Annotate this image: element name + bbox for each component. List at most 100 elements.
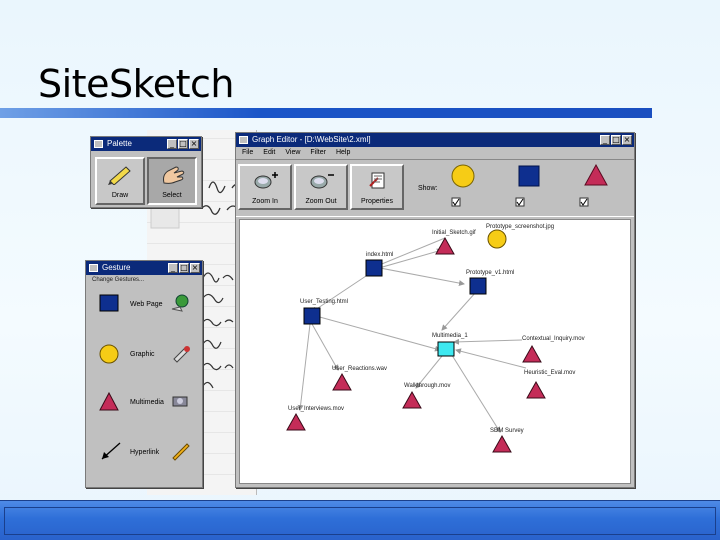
select-button[interactable]: Select: [147, 157, 197, 205]
properties-button[interactable]: Properties: [350, 164, 404, 210]
selected-multimedia-node: [437, 341, 455, 357]
maximize-icon[interactable]: □: [178, 139, 188, 149]
zoom-out-icon: [310, 174, 334, 189]
minimize-icon[interactable]: _: [168, 263, 178, 273]
change-gestures-menu[interactable]: Change Gestures...: [86, 275, 202, 285]
multimedia-node: [286, 412, 306, 431]
graph-node-n8[interactable]: User_Reactions.wav: [332, 366, 387, 391]
web-page-node: [365, 259, 383, 277]
toolbar: Zoom In Zoom Out Properties Show:: [236, 159, 634, 217]
multimedia-node: [402, 390, 422, 409]
hand-icon: [163, 166, 185, 184]
multimedia-node: [332, 372, 352, 391]
maximize-icon[interactable]: □: [611, 135, 621, 145]
footer-frame: [4, 507, 716, 535]
multimedia-filter-icon: [584, 164, 608, 186]
gesture-label: Multimedia: [130, 399, 164, 406]
graph-edge: [379, 267, 465, 287]
graph-edge: [453, 338, 523, 345]
multimedia-node: [522, 344, 542, 363]
graphic-gesture-icon: [173, 346, 190, 363]
palette-titlebar[interactable]: Palette _ □ ×: [91, 137, 201, 151]
window-icon: [89, 264, 98, 272]
node-label: Walkthrough.mov: [404, 383, 450, 389]
graph-node-n1[interactable]: Initial_Sketch.gif: [432, 230, 476, 255]
zoom-out-label: Zoom Out: [305, 198, 337, 205]
graph-edge: [311, 275, 367, 313]
graph-edge: [449, 351, 501, 433]
graph-canvas[interactable]: Initial_Sketch.gif Prototype_screenshot.…: [239, 219, 631, 484]
node-label: Heuristic_Eval.mov: [524, 370, 575, 376]
menu-view[interactable]: View: [285, 147, 300, 159]
gesture-row-hyperlink[interactable]: Hyperlink: [86, 435, 204, 475]
graph-edge: [297, 323, 311, 411]
multimedia-node: [526, 380, 546, 399]
maximize-icon[interactable]: □: [179, 263, 189, 273]
hyperlink-symbol: [101, 442, 121, 460]
gesture-window[interactable]: Gesture _ □ × Change Gestures... Web Pag…: [85, 260, 203, 488]
close-icon[interactable]: ×: [189, 139, 199, 149]
graph-node-n7[interactable]: Contextual_Inquiry.mov: [522, 336, 585, 363]
multimedia-node: [492, 434, 512, 453]
graph-node-n9[interactable]: Heuristic_Eval.mov: [524, 370, 575, 399]
minimize-icon[interactable]: _: [167, 139, 177, 149]
graph-editor-title: Graph Editor - [D:\WebSite\2.xml]: [252, 135, 371, 144]
graphic-symbol: [99, 344, 119, 364]
draw-label: Draw: [111, 192, 129, 199]
menu-bar: File Edit View Filter Help: [236, 147, 634, 159]
zoom-out-button[interactable]: Zoom Out: [294, 164, 348, 210]
footer-bar: [0, 500, 720, 540]
web-page-symbol: [99, 294, 119, 312]
web-page-node: [469, 277, 487, 295]
node-label: User_Interviews.mov: [288, 406, 344, 412]
gesture-row-multimedia[interactable]: Multimedia: [86, 385, 204, 425]
menu-help[interactable]: Help: [336, 147, 350, 159]
gesture-label: Hyperlink: [130, 449, 160, 456]
site-graph[interactable]: Initial_Sketch.gif Prototype_screenshot.…: [240, 220, 632, 485]
graph-node-n2[interactable]: Prototype_screenshot.jpg: [486, 224, 554, 249]
window-icon: [239, 136, 248, 144]
show-label: Show:: [418, 185, 438, 192]
node-label: SDM Survey: [490, 428, 524, 434]
menu-edit[interactable]: Edit: [263, 147, 275, 159]
multimedia-symbol: [99, 391, 119, 411]
draw-button[interactable]: Draw: [95, 157, 145, 205]
hyperlink-gesture-icon: [172, 443, 190, 461]
palette-window[interactable]: Palette _ □ × Draw Select: [90, 136, 202, 208]
menu-filter[interactable]: Filter: [310, 147, 326, 159]
minimize-icon[interactable]: _: [600, 135, 610, 145]
graph-edge: [315, 315, 441, 352]
graph-editor-window[interactable]: Graph Editor - [D:\WebSite\2.xml] _ □ × …: [235, 132, 635, 488]
close-icon[interactable]: ×: [622, 135, 632, 145]
graph-node-n5[interactable]: User_Testing.html: [300, 299, 348, 325]
title-rule: [0, 108, 652, 118]
graph-node-n11[interactable]: User_Interviews.mov: [286, 406, 344, 431]
graphic-node: [487, 229, 507, 249]
zoom-in-button[interactable]: Zoom In: [238, 164, 292, 210]
gesture-label: Graphic: [130, 351, 155, 358]
graph-node-n3[interactable]: index.html: [365, 252, 393, 277]
node-label: Multimedia_1: [432, 333, 468, 339]
node-label: Prototype_screenshot.jpg: [486, 224, 554, 230]
graph-edge: [441, 291, 477, 331]
gesture-titlebar[interactable]: Gesture _ □ ×: [86, 261, 202, 275]
graph-node-n4[interactable]: Prototype_v1.html: [466, 270, 514, 295]
graph-edge: [455, 348, 527, 369]
graph-node-n10[interactable]: Walkthrough.mov: [402, 383, 450, 409]
close-icon[interactable]: ×: [190, 263, 200, 273]
graph-node-n6[interactable]: Multimedia_1: [432, 333, 468, 357]
pencil-icon: [108, 166, 131, 185]
node-label: index.html: [366, 252, 393, 258]
node-label: Contextual_Inquiry.mov: [522, 336, 585, 342]
node-label: Initial_Sketch.gif: [432, 230, 476, 236]
gesture-row-graphic[interactable]: Graphic: [86, 337, 204, 377]
node-label: User_Testing.html: [300, 299, 348, 305]
node-label: User_Reactions.wav: [332, 366, 387, 372]
multimedia-gesture-icon: [172, 396, 188, 407]
zoom-in-label: Zoom In: [252, 198, 278, 205]
properties-label: Properties: [361, 198, 393, 205]
menu-file[interactable]: File: [242, 147, 253, 159]
graph-node-n12[interactable]: SDM Survey: [490, 428, 524, 453]
graph-editor-titlebar[interactable]: Graph Editor - [D:\WebSite\2.xml] _ □ ×: [236, 133, 634, 147]
gesture-row-web-page[interactable]: Web Page: [86, 287, 204, 327]
